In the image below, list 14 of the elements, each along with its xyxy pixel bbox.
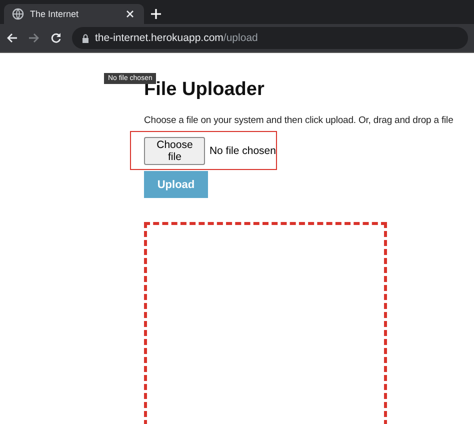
browser-tab[interactable]: The Internet	[4, 4, 144, 24]
back-arrow-icon[interactable]	[6, 32, 18, 44]
file-status-text: No file chosen	[209, 144, 276, 156]
choose-file-button[interactable]: Choose file	[144, 136, 206, 164]
lock-icon	[82, 34, 89, 42]
address-field[interactable]: the-internet.herokuapp.com/upload	[72, 27, 468, 49]
forward-arrow-icon[interactable]	[28, 32, 40, 44]
close-icon[interactable]	[124, 8, 136, 20]
intro-text: Choose a file on your system and then click upload. Or, drag and drop a file	[144, 115, 454, 126]
plus-icon[interactable]	[150, 8, 162, 20]
drop-zone[interactable]	[144, 222, 387, 424]
url-text: the-internet.herokuapp.com/upload	[95, 32, 258, 44]
globe-icon	[12, 8, 24, 20]
reload-icon[interactable]	[50, 32, 62, 44]
